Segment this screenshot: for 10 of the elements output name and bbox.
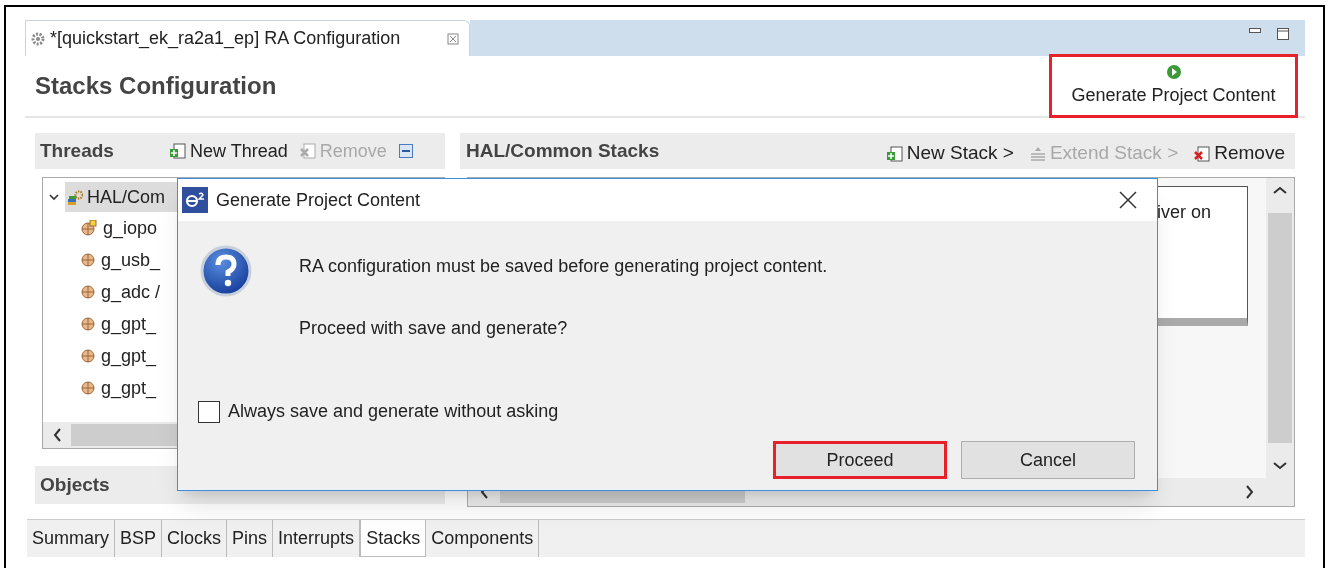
panel-title: HAL/Common Stacks [466,138,660,163]
dialog-title: Generate Project Content [216,188,422,212]
panel-title: Threads [40,138,115,163]
tab-title: *[quickstart_ek_ra2a1_ep] RA Configuration [50,27,402,51]
dialog-message: RA configuration must be saved before generating project content. [299,255,828,278]
panel-title: Objects [40,472,110,497]
page-title: Stacks Configuration [34,71,277,101]
checkbox-label: Always save and generate without asking [228,400,559,423]
description-text: iver on [1156,202,1212,222]
dialog-question: Proceed with save and generate? [299,317,569,340]
